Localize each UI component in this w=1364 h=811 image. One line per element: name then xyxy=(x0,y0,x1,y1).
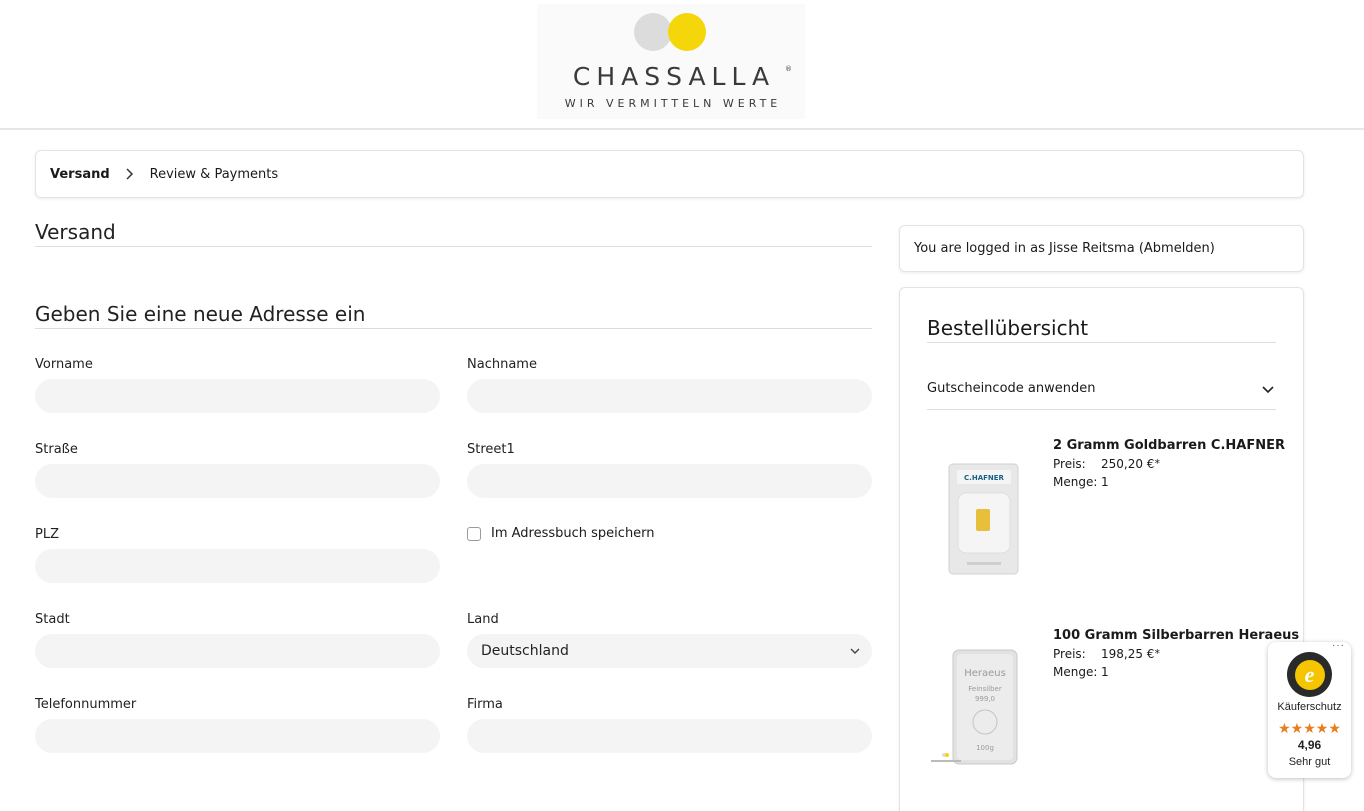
rating-text: Sehr gut xyxy=(1288,756,1331,768)
chassalla-logo[interactable]: CHASSALLA ® WIR VERMITTELN WERTE xyxy=(537,4,805,119)
cart-item-name[interactable]: 100 Gramm Silberbarren Heraeus xyxy=(1053,628,1299,643)
country-selected-value: Deutschland xyxy=(481,643,569,659)
new-address-title: Geben Sie eine neue Adresse ein xyxy=(35,302,872,329)
order-summary: Bestellübersicht Gutscheincode anwenden … xyxy=(899,287,1304,811)
coupon-label: Gutscheincode anwenden xyxy=(927,381,1096,396)
rating-score: 4,96 xyxy=(1297,738,1322,752)
cart-item-price: 250,20 € xyxy=(1101,457,1155,471)
price-asterisk: * xyxy=(1154,647,1160,660)
product-image-line1: Feinsilber xyxy=(968,685,1002,693)
product-image-line2: 999,0 xyxy=(975,695,995,703)
qty-label: Menge: xyxy=(1053,665,1098,679)
cart-item-price-row: Preis: 250,20 € * xyxy=(1053,455,1285,473)
shipping-title: Versand xyxy=(35,220,872,247)
order-summary-title: Bestellübersicht xyxy=(927,316,1276,343)
product-image-weight: 100g xyxy=(976,744,994,752)
logo-brand-text: CHASSALLA xyxy=(572,62,776,91)
lastname-label: Nachname xyxy=(467,357,537,372)
cart-item-qty: 1 xyxy=(1101,475,1109,489)
street1-label: Street1 xyxy=(467,442,515,457)
progress-step-review-payments[interactable]: Review & Payments xyxy=(150,167,278,182)
site-header: CHASSALLA ® WIR VERMITTELN WERTE xyxy=(0,0,1364,130)
firstname-input[interactable] xyxy=(35,379,440,413)
lastname-input[interactable] xyxy=(467,379,872,413)
product-image-gold-bar: C.HAFNER xyxy=(927,438,1039,588)
rating-stars-icon: ★★★★★ xyxy=(1278,720,1341,736)
price-asterisk: * xyxy=(1154,457,1160,470)
product-image-brand: Heraeus xyxy=(964,668,1006,679)
company-input[interactable] xyxy=(467,719,872,753)
save-address-option[interactable]: Im Adressbuch speichern xyxy=(467,526,655,541)
street1-input[interactable] xyxy=(467,464,872,498)
firstname-label: Vorname xyxy=(35,357,93,372)
city-label: Stadt xyxy=(35,612,70,627)
save-address-checkbox[interactable] xyxy=(467,526,481,541)
trusted-shops-badge[interactable]: ··· e Käuferschutz ★★★★★ 4,96 Sehr gut xyxy=(1268,640,1351,778)
phone-input[interactable] xyxy=(35,719,440,753)
price-label: Preis: xyxy=(1053,647,1086,661)
cart-item-qty-row: Menge: 1 xyxy=(1053,473,1285,491)
country-label: Land xyxy=(467,612,499,627)
logo-registered-mark: ® xyxy=(785,65,792,73)
logo-yellow-circle-icon xyxy=(668,13,706,51)
cart-item-details: 2 Gramm Goldbarren C.HAFNER Preis: 250,2… xyxy=(1053,438,1285,491)
seal-letter: e xyxy=(1294,659,1325,690)
product-image-silver-bar: Heraeus Feinsilber 999,0 100g xyxy=(927,628,1039,778)
company-label: Firma xyxy=(467,697,503,712)
country-select[interactable]: Deutschland xyxy=(467,634,872,668)
progress-step-versand: Versand xyxy=(50,166,110,182)
cart-item-price: 198,25 € xyxy=(1101,647,1155,661)
checkout-progress: Versand Review & Payments xyxy=(35,150,1304,198)
logo-tagline: WIR VERMITTELN WERTE xyxy=(564,97,782,110)
chevron-down-icon xyxy=(1260,381,1276,397)
buyer-protection-label: Käuferschutz xyxy=(1277,701,1342,713)
cart-item-price-row: Preis: 198,25 € * xyxy=(1053,645,1299,663)
street-label: Straße xyxy=(35,442,78,457)
more-options-icon[interactable]: ··· xyxy=(1332,640,1345,651)
cart-item-qty-row: Menge: 1 xyxy=(1053,663,1299,681)
price-label: Preis: xyxy=(1053,457,1086,471)
login-status: You are logged in as Jisse Reitsma (Abme… xyxy=(899,225,1304,272)
save-address-label: Im Adressbuch speichern xyxy=(491,526,655,541)
zip-label: PLZ xyxy=(35,527,59,542)
qty-label: Menge: xyxy=(1053,475,1098,489)
coupon-toggle[interactable]: Gutscheincode anwenden xyxy=(927,372,1276,410)
chevron-down-icon xyxy=(848,644,862,658)
cart-item-details: 100 Gramm Silberbarren Heraeus Preis: 19… xyxy=(1053,628,1299,681)
zip-input[interactable] xyxy=(35,549,440,583)
phone-label: Telefonnummer xyxy=(35,697,137,712)
street-input[interactable] xyxy=(35,464,440,498)
login-status-text[interactable]: You are logged in as Jisse Reitsma (Abme… xyxy=(914,241,1215,256)
cart-item-qty: 1 xyxy=(1101,665,1109,679)
product-image-brand: C.HAFNER xyxy=(964,474,1004,482)
city-input[interactable] xyxy=(35,634,440,668)
chevron-right-icon xyxy=(122,166,138,182)
cart-item-name[interactable]: 2 Gramm Goldbarren C.HAFNER xyxy=(1053,438,1285,453)
trusted-shops-seal-icon: e xyxy=(1287,652,1332,697)
